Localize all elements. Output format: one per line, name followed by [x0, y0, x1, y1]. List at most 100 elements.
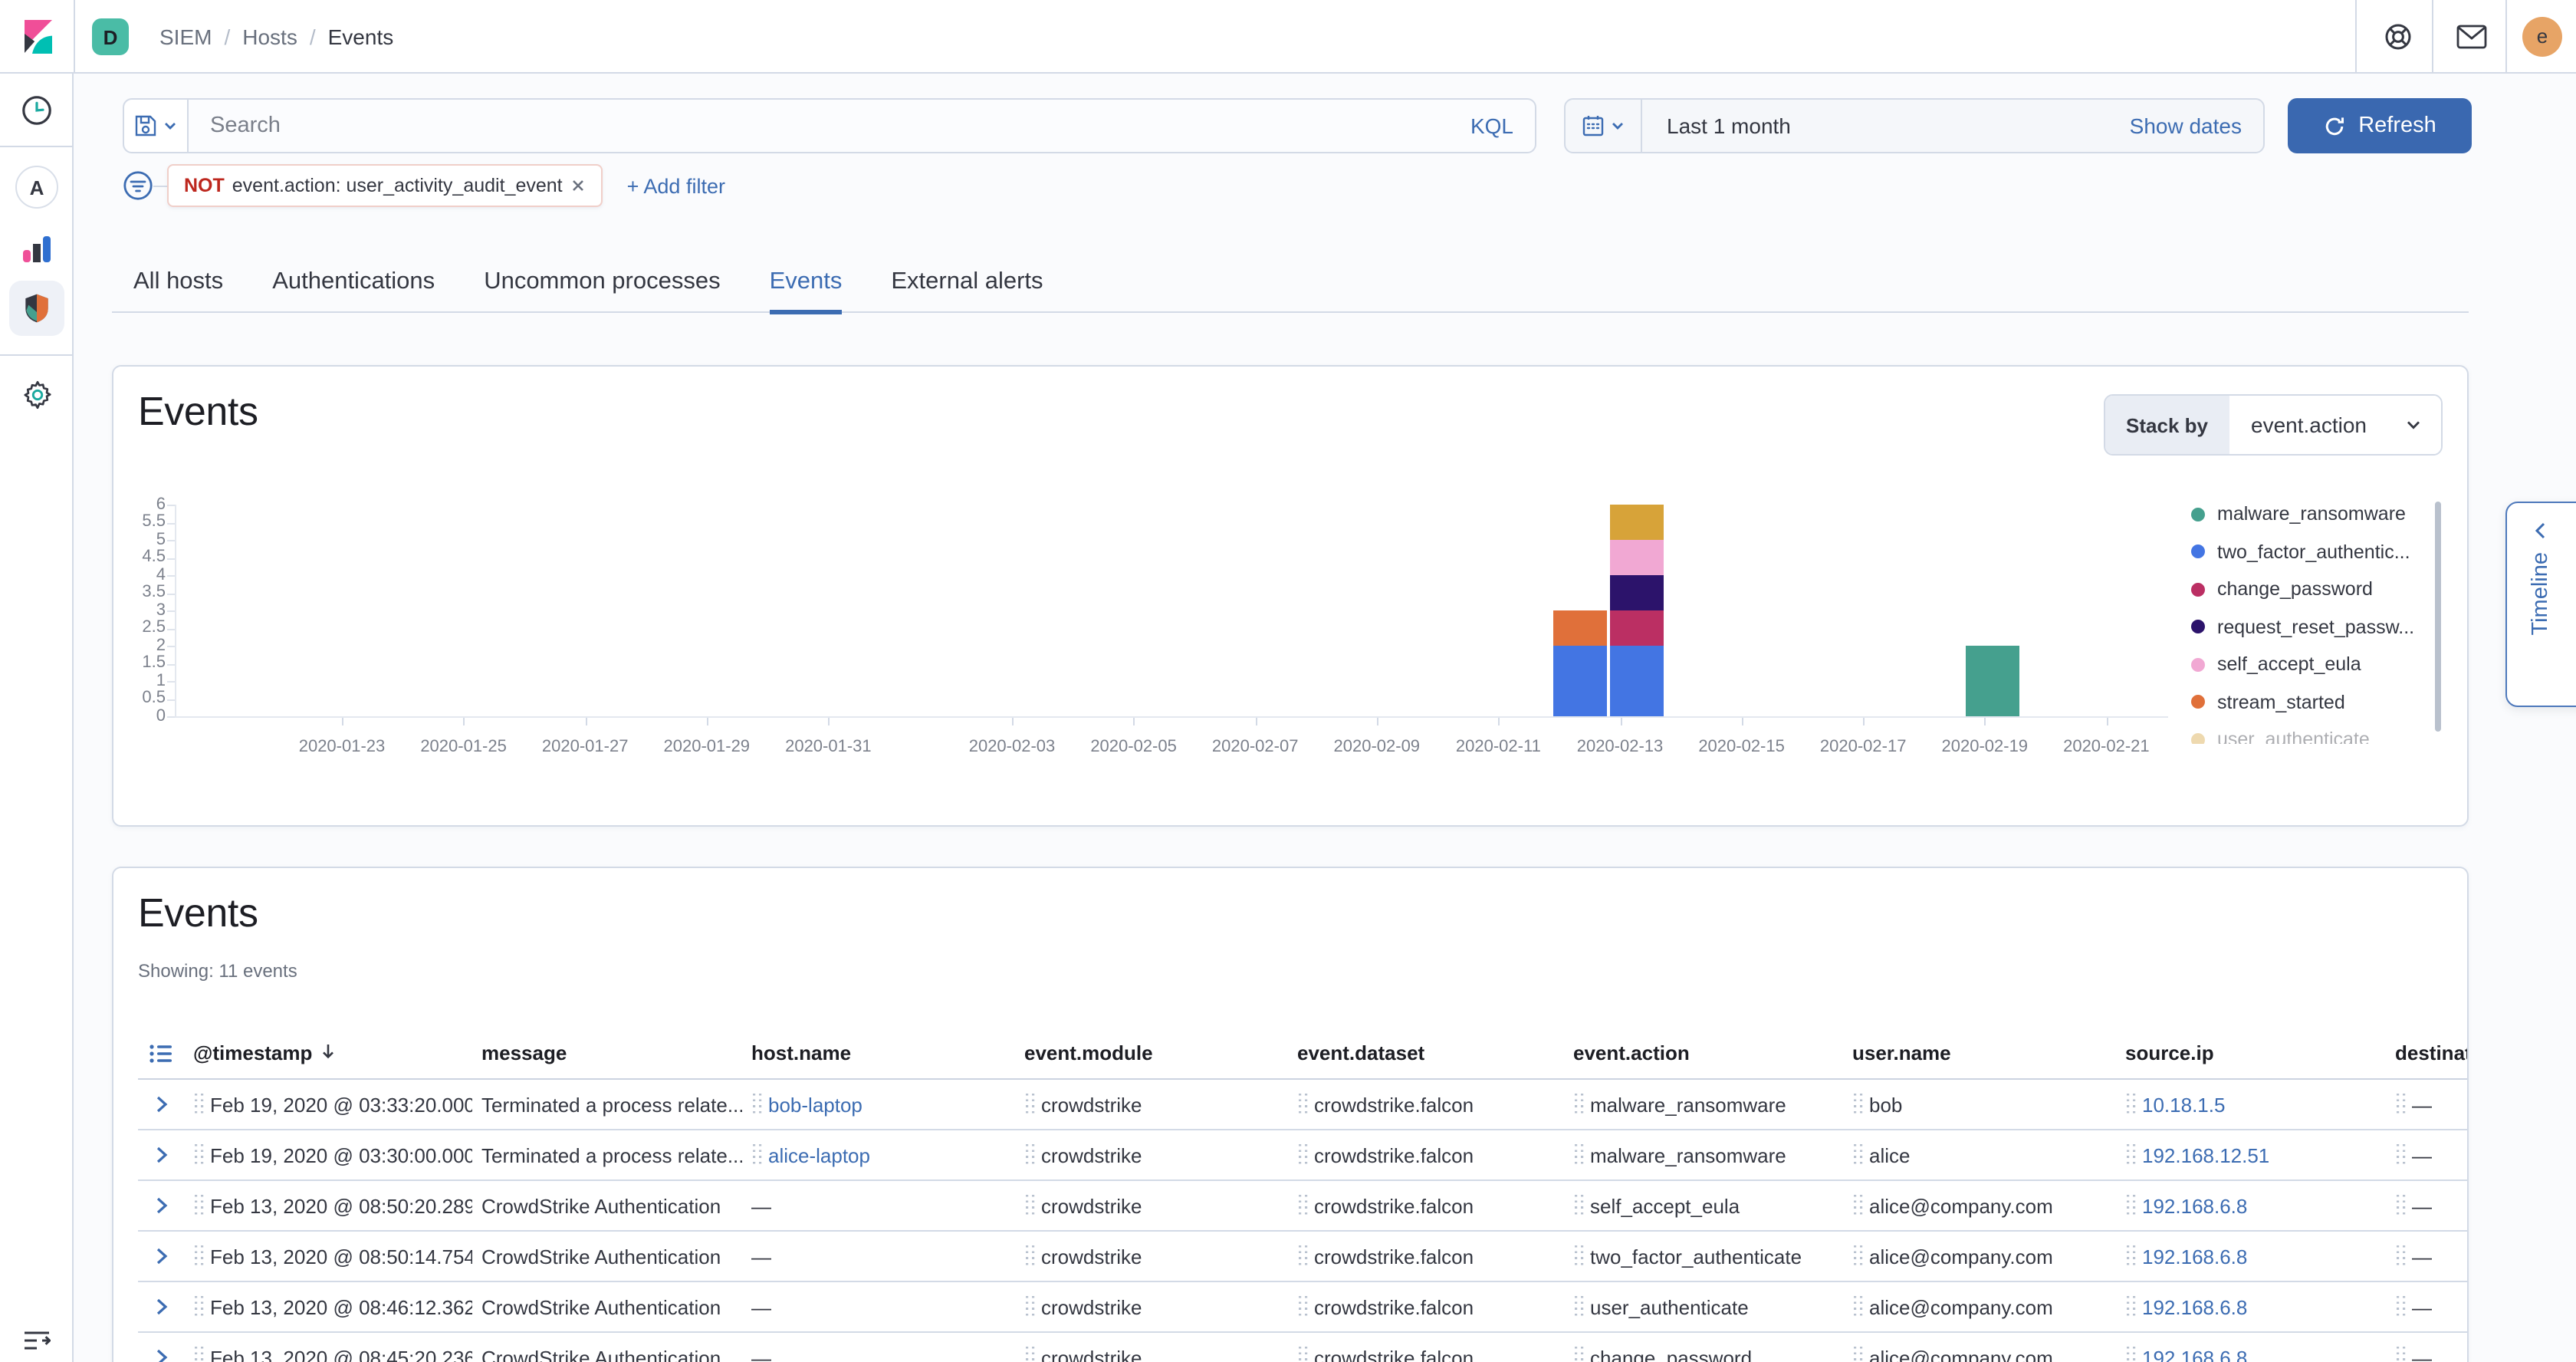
add-filter-button[interactable]: + Add filter — [627, 174, 725, 197]
cell-link[interactable]: bob-laptop — [768, 1093, 863, 1116]
drag-handle-icon[interactable] — [2125, 1094, 2136, 1115]
cell-link[interactable]: 192.168.12.51 — [2142, 1143, 2269, 1166]
expand-row-button[interactable] — [138, 1196, 184, 1215]
expand-row-button[interactable] — [138, 1298, 184, 1316]
drag-handle-icon[interactable] — [1024, 1144, 1035, 1166]
column-header-action[interactable]: event.action — [1564, 1041, 1843, 1064]
drag-handle-icon[interactable] — [1024, 1195, 1035, 1216]
cell-link[interactable]: 192.168.6.8 — [2142, 1245, 2247, 1268]
drag-handle-icon[interactable] — [1297, 1195, 1308, 1216]
column-header-timestamp[interactable]: @timestamp — [184, 1041, 472, 1065]
saved-query-menu-button[interactable] — [124, 100, 189, 152]
drag-handle-icon[interactable] — [1573, 1195, 1584, 1216]
drag-handle-icon[interactable] — [1852, 1245, 1863, 1267]
cell-link[interactable]: 192.168.6.8 — [2142, 1295, 2247, 1318]
drag-handle-icon[interactable] — [1024, 1245, 1035, 1267]
bar-segment-two_factor_authenticate[interactable] — [1610, 646, 1664, 716]
cell-link[interactable]: 192.168.6.8 — [2142, 1194, 2247, 1217]
drag-handle-icon[interactable] — [1573, 1094, 1584, 1115]
timeline-flyout-button[interactable]: Timeline — [2505, 502, 2576, 707]
drag-handle-icon[interactable] — [1852, 1296, 1863, 1318]
legend-item-stream_started[interactable]: stream_started — [2191, 683, 2430, 721]
legend-item-two_factor_authentic[interactable]: two_factor_authentic... — [2191, 533, 2430, 571]
drag-handle-icon[interactable] — [1573, 1245, 1584, 1267]
drag-handle-icon[interactable] — [1297, 1347, 1308, 1362]
breadcrumb-item-siem[interactable]: SIEM — [159, 24, 212, 48]
drag-handle-icon[interactable] — [193, 1144, 204, 1166]
sidebar-collapse-button[interactable] — [0, 1310, 74, 1362]
drag-handle-icon[interactable] — [193, 1296, 204, 1318]
drag-handle-icon[interactable] — [1852, 1144, 1863, 1166]
drag-handle-icon[interactable] — [1852, 1347, 1863, 1362]
drag-handle-icon[interactable] — [193, 1347, 204, 1362]
drag-handle-icon[interactable] — [2125, 1144, 2136, 1166]
drag-handle-icon[interactable] — [1024, 1296, 1035, 1318]
drag-handle-icon[interactable] — [751, 1144, 762, 1166]
drag-handle-icon[interactable] — [2395, 1296, 2406, 1318]
tab-all-hosts[interactable]: All hosts — [133, 252, 223, 313]
bar-segment-malware_ransomware[interactable] — [1966, 646, 2019, 716]
column-header-dataset[interactable]: event.dataset — [1288, 1041, 1564, 1064]
kql-syntax-button[interactable]: KQL — [1449, 114, 1535, 138]
legend-item-self_accept_eula[interactable]: self_accept_eula — [2191, 646, 2430, 683]
filter-chip[interactable]: NOT event.action: user_activity_audit_ev… — [167, 164, 603, 207]
legend-item-user_authenticate[interactable]: user_authenticate — [2191, 721, 2430, 744]
expand-row-button[interactable] — [138, 1247, 184, 1265]
sidebar-item-app-a[interactable]: A — [0, 156, 74, 218]
drag-handle-icon[interactable] — [1573, 1347, 1584, 1362]
legend-item-malware_ransomware[interactable]: malware_ransomware — [2191, 495, 2430, 533]
cell-source[interactable]: 192.168.6.8 — [2116, 1245, 2386, 1268]
drag-handle-icon[interactable] — [2395, 1347, 2406, 1362]
cell-source[interactable]: 192.168.6.8 — [2116, 1194, 2386, 1217]
cell-link[interactable]: 10.18.1.5 — [2142, 1093, 2225, 1116]
date-range-value[interactable]: Last 1 month — [1642, 114, 2130, 138]
cell-source[interactable]: 192.168.12.51 — [2116, 1143, 2386, 1166]
column-header-user[interactable]: user.name — [1843, 1041, 2116, 1064]
kibana-logo-icon[interactable] — [20, 18, 57, 55]
drag-handle-icon[interactable] — [751, 1094, 762, 1115]
column-header-message[interactable]: message — [472, 1041, 742, 1064]
tab-authentications[interactable]: Authentications — [272, 252, 435, 313]
drag-handle-icon[interactable] — [193, 1094, 204, 1115]
column-header-host[interactable]: host.name — [742, 1041, 1015, 1064]
drag-handle-icon[interactable] — [1024, 1347, 1035, 1362]
drag-handle-icon[interactable] — [2395, 1245, 2406, 1267]
close-icon[interactable] — [570, 178, 586, 193]
help-button[interactable] — [2361, 0, 2435, 72]
drag-handle-icon[interactable] — [193, 1245, 204, 1267]
search-input[interactable] — [189, 114, 1449, 138]
date-range-picker[interactable]: Last 1 month Show dates — [1564, 98, 2265, 153]
drag-handle-icon[interactable] — [2125, 1245, 2136, 1267]
sidebar-item-siem-active[interactable] — [0, 278, 74, 339]
cell-source[interactable]: 10.18.1.5 — [2116, 1093, 2386, 1116]
bar-segment-change_password[interactable] — [1610, 610, 1664, 646]
legend-item-request_reset_passw[interactable]: request_reset_passw... — [2191, 608, 2430, 646]
bar-segment-self_accept_eula[interactable] — [1610, 540, 1664, 575]
sidebar-item-management[interactable] — [0, 364, 74, 425]
cell-source[interactable]: 192.168.6.8 — [2116, 1295, 2386, 1318]
drag-handle-icon[interactable] — [1852, 1195, 1863, 1216]
drag-handle-icon[interactable] — [193, 1195, 204, 1216]
column-header-dest[interactable]: destination.ip — [2386, 1041, 2469, 1064]
expand-row-button[interactable] — [138, 1095, 184, 1114]
legend-item-change_password[interactable]: change_password — [2191, 571, 2430, 608]
sidebar-item-recently-viewed[interactable] — [0, 80, 74, 141]
cell-host[interactable]: alice-laptop — [742, 1143, 1015, 1166]
drag-handle-icon[interactable] — [1297, 1296, 1308, 1318]
bar-segment-two_factor_authenticate[interactable] — [1553, 646, 1607, 716]
filter-options-icon[interactable] — [123, 170, 153, 201]
expand-row-button[interactable] — [138, 1348, 184, 1362]
fields-browser-button[interactable] — [138, 1042, 184, 1064]
user-menu-button[interactable]: e — [2505, 0, 2576, 72]
cell-source[interactable]: 192.168.6.8 — [2116, 1346, 2386, 1362]
column-header-source[interactable]: source.ip — [2116, 1041, 2386, 1064]
space-badge[interactable]: D — [92, 18, 129, 55]
bar-segment-stream_started[interactable] — [1553, 610, 1607, 646]
drag-handle-icon[interactable] — [1573, 1144, 1584, 1166]
drag-handle-icon[interactable] — [1297, 1144, 1308, 1166]
column-header-module[interactable]: event.module — [1015, 1041, 1288, 1064]
cell-host[interactable]: bob-laptop — [742, 1093, 1015, 1116]
drag-handle-icon[interactable] — [1024, 1094, 1035, 1115]
bar-segment-request_reset_password[interactable] — [1610, 575, 1664, 610]
drag-handle-icon[interactable] — [1573, 1296, 1584, 1318]
